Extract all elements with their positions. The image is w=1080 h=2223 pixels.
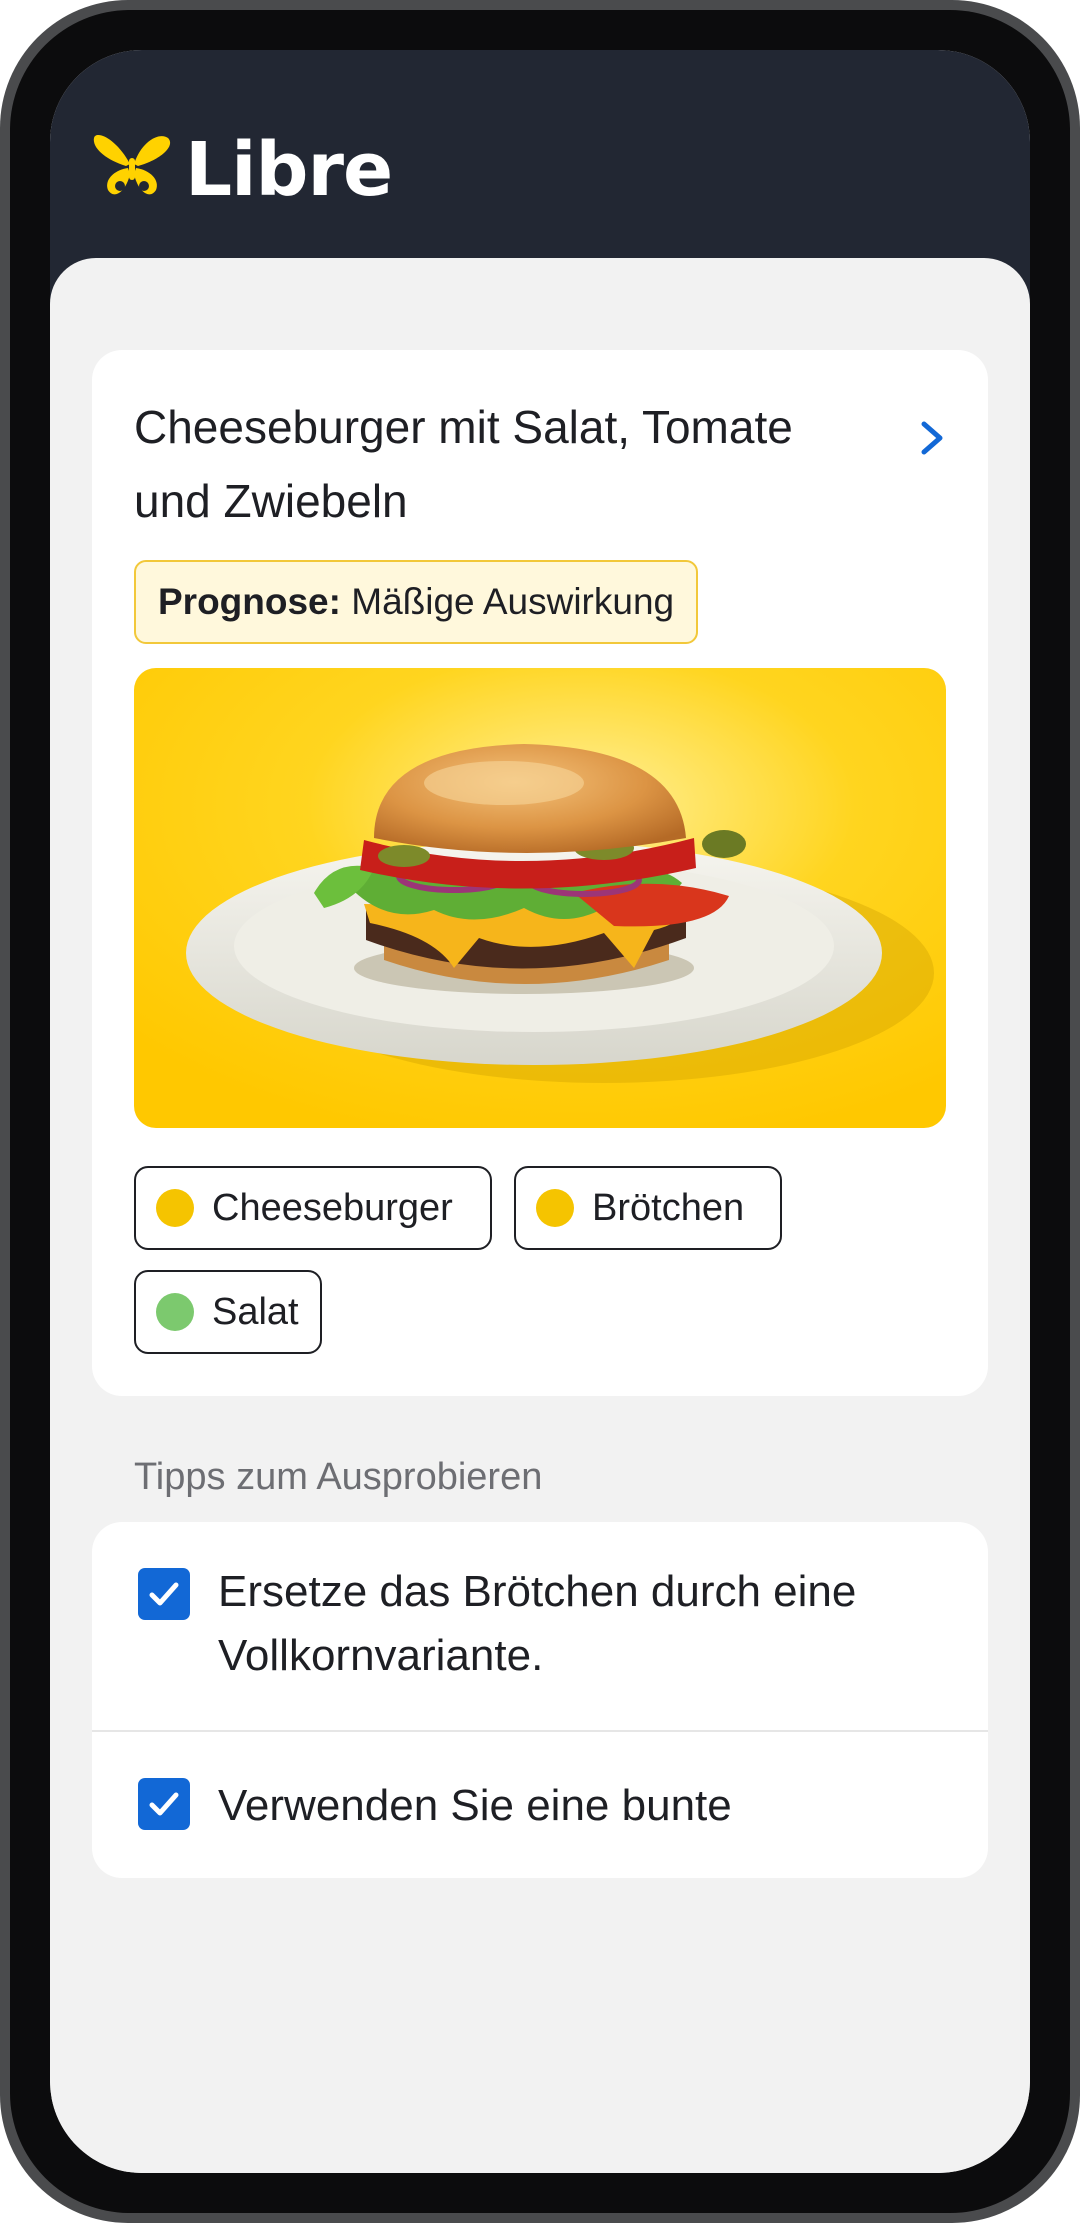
tips-card: Ersetze das Brötchen durch eine Vollkorn…: [92, 1522, 988, 1878]
meal-title: Cheeseburger mit Salat, Tomate und Zwieb…: [134, 401, 793, 527]
tip-text: Verwenden Sie eine bunte: [218, 1781, 732, 1830]
libre-logo: Libre: [90, 118, 393, 228]
component-chip-broetchen[interactable]: Brötchen: [514, 1166, 782, 1250]
checkbox-checked[interactable]: [138, 1778, 190, 1830]
checkmark-icon: [149, 1792, 179, 1816]
main-content: Cheeseburger mit Salat, Tomate und Zwieb…: [50, 258, 1030, 2173]
chevron-right-icon[interactable]: [916, 418, 948, 458]
meal-card[interactable]: Cheeseburger mit Salat, Tomate und Zwieb…: [92, 350, 988, 1396]
component-chip-cheeseburger[interactable]: Cheeseburger: [134, 1166, 492, 1250]
component-label: Cheeseburger: [212, 1186, 453, 1229]
tip-item[interactable]: Ersetze das Brötchen durch eine Vollkorn…: [92, 1522, 988, 1732]
prognosis-label: Prognose:: [158, 581, 341, 622]
impact-dot-icon: [536, 1189, 574, 1227]
app-screen: Libre Cheeseburger mit Salat, Tomate und…: [50, 50, 1030, 2173]
tips-section-label: Tipps zum Ausprobieren: [134, 1456, 543, 1498]
prognosis-value: Mäßige Auswirkung: [351, 581, 675, 622]
brand-name: Libre: [185, 127, 393, 213]
component-label: Brötchen: [592, 1186, 745, 1229]
tip-item[interactable]: Verwenden Sie eine bunte: [92, 1732, 988, 1878]
component-label: Salat: [212, 1290, 299, 1333]
checkbox-checked[interactable]: [138, 1568, 190, 1620]
tip-text: Ersetze das Brötchen durch eine Vollkorn…: [218, 1567, 857, 1680]
impact-dot-icon: [156, 1189, 194, 1227]
component-chip-salat[interactable]: Salat: [134, 1270, 322, 1354]
checkmark-icon: [149, 1582, 179, 1606]
prognosis-badge: Prognose: Mäßige Auswirkung: [134, 560, 699, 644]
cheeseburger-photo: [134, 668, 946, 1128]
impact-dot-icon: [156, 1293, 194, 1331]
butterfly-logo-icon: [93, 135, 171, 195]
